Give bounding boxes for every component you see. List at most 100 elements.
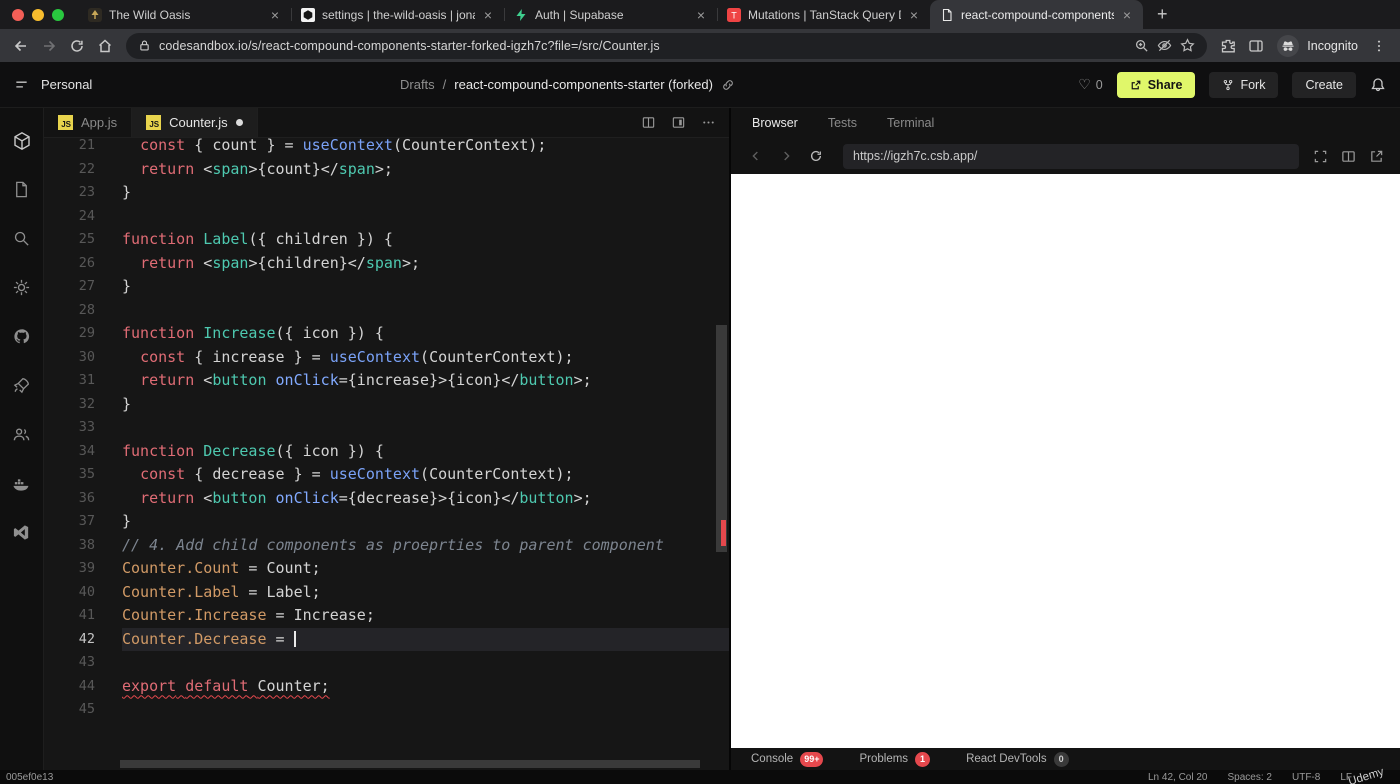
code-line[interactable]: 33 bbox=[44, 416, 729, 440]
code-editor[interactable]: 21 const { count } = useContext(CounterC… bbox=[44, 138, 729, 758]
unsaved-changes-dot[interactable] bbox=[235, 119, 243, 126]
code-line[interactable]: 31 return <button onClick={increase}>{ic… bbox=[44, 369, 729, 393]
file-explorer-icon[interactable] bbox=[11, 179, 32, 200]
code-line[interactable]: 44 export default Counter; bbox=[44, 675, 729, 699]
tab-tests[interactable]: Tests bbox=[828, 116, 857, 130]
code-line[interactable]: 22 return <span>{count}</span>; bbox=[44, 158, 729, 182]
preview-reload-icon[interactable] bbox=[803, 143, 829, 169]
code-line[interactable]: 45 bbox=[44, 698, 729, 722]
chrome-menu-icon[interactable] bbox=[1366, 33, 1392, 59]
editor-tab-counter-js[interactable]: JS Counter.js bbox=[132, 108, 258, 137]
preview-address-bar[interactable]: https://igzh7c.csb.app/ bbox=[843, 143, 1299, 169]
forward-icon[interactable] bbox=[36, 33, 62, 59]
codesandbox-cube-icon[interactable] bbox=[11, 130, 32, 151]
horizontal-scrollbar[interactable] bbox=[120, 760, 700, 768]
code-line[interactable]: 27} bbox=[44, 275, 729, 299]
line-content: Counter.Label = Label; bbox=[122, 582, 321, 601]
search-icon[interactable] bbox=[11, 228, 32, 249]
side-panel-icon[interactable] bbox=[1243, 33, 1269, 59]
bookmark-star-icon[interactable] bbox=[1180, 38, 1195, 53]
notifications-bell-icon[interactable] bbox=[1370, 77, 1386, 93]
reload-icon[interactable] bbox=[64, 33, 90, 59]
eye-off-icon[interactable] bbox=[1157, 38, 1172, 53]
code-line[interactable]: 21 const { count } = useContext(CounterC… bbox=[44, 138, 729, 158]
code-line[interactable]: 37} bbox=[44, 510, 729, 534]
code-line[interactable]: 24 bbox=[44, 205, 729, 229]
browser-preview-viewport[interactable] bbox=[731, 174, 1400, 748]
zoom-icon[interactable] bbox=[1134, 38, 1149, 53]
open-external-icon[interactable] bbox=[1369, 149, 1384, 164]
tab-close-icon[interactable]: × bbox=[482, 8, 494, 22]
macos-minimize-button[interactable] bbox=[32, 8, 44, 21]
live-collaboration-users-icon[interactable] bbox=[11, 424, 32, 445]
extensions-puzzle-icon[interactable] bbox=[1215, 33, 1241, 59]
code-line[interactable]: 35 const { decrease } = useContext(Count… bbox=[44, 463, 729, 487]
status-encoding[interactable]: UTF-8 bbox=[1292, 772, 1320, 783]
breadcrumb-drafts[interactable]: Drafts bbox=[400, 77, 435, 92]
browser-tab-codesandbox-settings[interactable]: settings | the-wild-oasis | jona... × bbox=[291, 0, 504, 29]
code-line[interactable]: 43 bbox=[44, 651, 729, 675]
browser-tab-tanstack[interactable]: T Mutations | TanStack Query Do... × bbox=[717, 0, 930, 29]
github-icon[interactable] bbox=[11, 326, 32, 347]
code-line[interactable]: 36 return <button onClick={decrease}>{ic… bbox=[44, 487, 729, 511]
share-button[interactable]: Share bbox=[1116, 71, 1196, 98]
back-icon[interactable] bbox=[8, 33, 34, 59]
code-line[interactable]: 38 // 4. Add child components as proeprti… bbox=[44, 534, 729, 558]
layout-preview-icon[interactable] bbox=[671, 115, 686, 130]
home-icon[interactable] bbox=[92, 33, 118, 59]
docker-icon[interactable] bbox=[11, 473, 32, 494]
code-line[interactable]: 30 const { increase } = useContext(Count… bbox=[44, 346, 729, 370]
code-line[interactable]: 26 return <span>{children}</span>; bbox=[44, 252, 729, 276]
code-line[interactable]: 34 function Decrease({ icon }) { bbox=[44, 440, 729, 464]
code-line[interactable]: 39 Counter.Count = Count; bbox=[44, 557, 729, 581]
code-line[interactable]: 32} bbox=[44, 393, 729, 417]
split-editor-icon[interactable] bbox=[641, 115, 656, 130]
fork-button[interactable]: Fork bbox=[1209, 71, 1279, 98]
settings-gear-icon[interactable] bbox=[11, 277, 32, 298]
preview-forward-icon[interactable] bbox=[773, 143, 799, 169]
code-line[interactable]: 41 Counter.Increase = Increase; bbox=[44, 604, 729, 628]
code-line[interactable]: 25 function Label({ children }) { bbox=[44, 228, 729, 252]
code-line[interactable]: 28 bbox=[44, 299, 729, 323]
tab-close-icon[interactable]: × bbox=[695, 8, 707, 22]
tab-close-icon[interactable]: × bbox=[1121, 8, 1133, 22]
workspace-name[interactable]: Personal bbox=[41, 77, 92, 92]
macos-close-button[interactable] bbox=[12, 8, 24, 21]
tab-terminal[interactable]: Terminal bbox=[887, 116, 934, 130]
code-line[interactable]: 40 Counter.Label = Label; bbox=[44, 581, 729, 605]
editor-tab-app-js[interactable]: JS App.js bbox=[44, 108, 133, 137]
code-line[interactable]: 29 function Increase({ icon }) { bbox=[44, 322, 729, 346]
profile-chip[interactable]: Incognito bbox=[1271, 34, 1364, 57]
responsive-mode-icon[interactable] bbox=[1313, 149, 1328, 164]
line-number: 24 bbox=[78, 207, 95, 224]
status-indentation[interactable]: Spaces: 2 bbox=[1228, 772, 1272, 783]
split-view-icon[interactable] bbox=[1341, 149, 1356, 164]
browser-tab-react-compound-components[interactable]: react-compound-components... × bbox=[930, 0, 1143, 29]
preview-url-text[interactable]: https://igzh7c.csb.app/ bbox=[853, 149, 977, 163]
problems-toggle[interactable]: Problems 1 bbox=[859, 751, 931, 767]
code-line[interactable]: 42 Counter.Decrease = bbox=[44, 627, 729, 651]
macos-fullscreen-button[interactable] bbox=[52, 8, 64, 21]
address-bar[interactable]: codesandbox.io/s/react-compound-componen… bbox=[126, 32, 1208, 59]
url-text[interactable]: codesandbox.io/s/react-compound-componen… bbox=[159, 39, 1126, 53]
tab-browser[interactable]: Browser bbox=[752, 116, 798, 130]
workspace-menu-icon[interactable] bbox=[14, 77, 29, 92]
more-actions-icon[interactable] bbox=[701, 115, 716, 130]
tab-close-icon[interactable]: × bbox=[908, 8, 920, 22]
tab-close-icon[interactable]: × bbox=[269, 8, 281, 22]
console-toggle[interactable]: Console 99+ bbox=[751, 751, 824, 767]
browser-tab-supabase[interactable]: Auth | Supabase × bbox=[504, 0, 717, 29]
new-tab-button[interactable]: + bbox=[1143, 0, 1182, 29]
vscode-icon[interactable] bbox=[11, 522, 32, 543]
vertical-scrollbar[interactable] bbox=[716, 325, 727, 552]
project-title[interactable]: react-compound-components-starter (forke… bbox=[454, 77, 713, 92]
status-line-col[interactable]: Ln 42, Col 20 bbox=[1148, 772, 1208, 783]
create-button[interactable]: Create bbox=[1292, 71, 1356, 98]
react-devtools-toggle[interactable]: React DevTools 0 bbox=[966, 751, 1069, 767]
like-counter[interactable]: ♡ 0 bbox=[1078, 76, 1103, 93]
preview-back-icon[interactable] bbox=[743, 143, 769, 169]
code-line[interactable]: 23} bbox=[44, 181, 729, 205]
deployment-rocket-icon[interactable] bbox=[11, 375, 32, 396]
browser-tab-wild-oasis[interactable]: The Wild Oasis × bbox=[78, 0, 291, 29]
copy-link-icon[interactable] bbox=[721, 78, 735, 92]
